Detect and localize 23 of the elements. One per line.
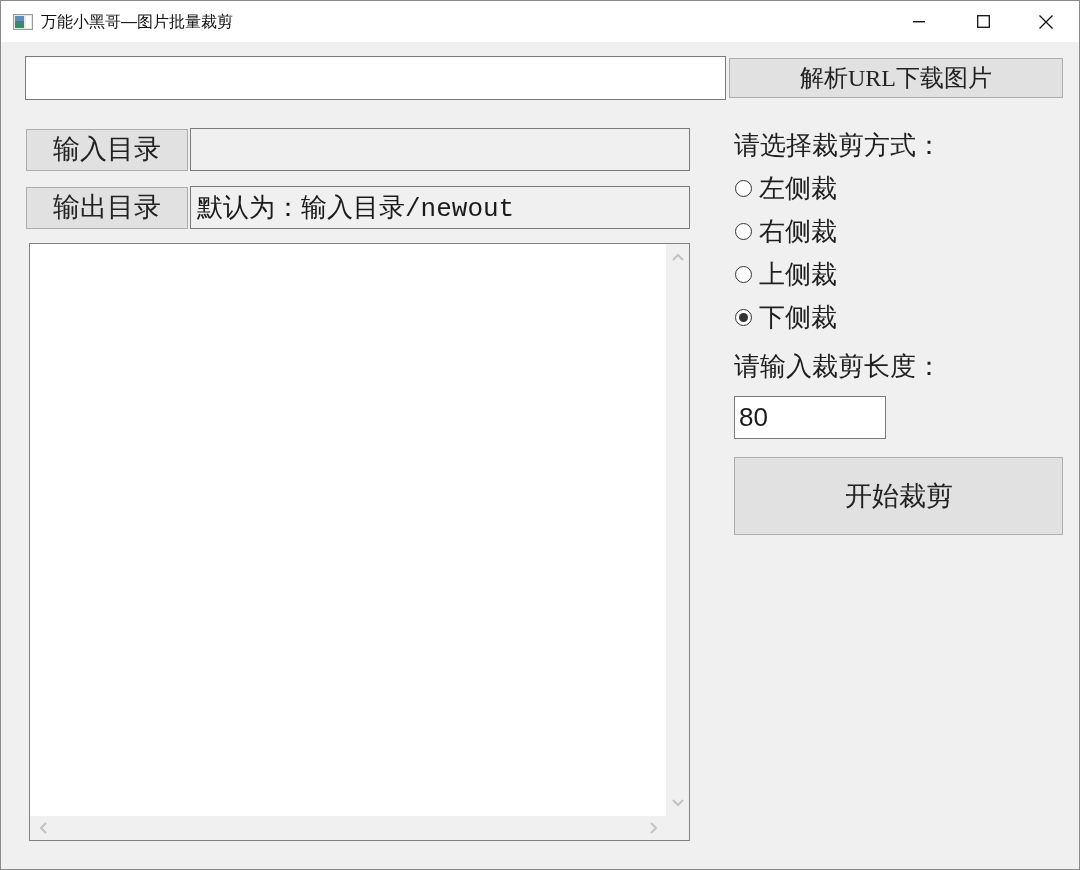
output-folder-button[interactable]: 输出目录 xyxy=(26,186,188,229)
radio-label[interactable]: 左侧裁 xyxy=(759,172,837,205)
start-crop-button[interactable]: 开始裁剪 xyxy=(734,457,1063,535)
maximize-icon[interactable] xyxy=(977,15,990,28)
close-icon[interactable] xyxy=(1039,14,1053,29)
radio-button[interactable] xyxy=(735,309,752,326)
window-title: 万能小黑哥—图片批量裁剪 xyxy=(41,11,233,32)
input-folder-field[interactable] xyxy=(190,128,690,171)
radio-button[interactable] xyxy=(735,180,752,197)
radio-button[interactable] xyxy=(735,223,752,240)
minimize-icon[interactable] xyxy=(913,20,925,23)
crop-length-field[interactable]: 80 xyxy=(734,396,886,439)
output-folder-field[interactable]: 默认为：输入目录/newout xyxy=(190,186,690,229)
url-field[interactable] xyxy=(25,56,726,100)
download-images-button[interactable]: 解析URL下载图片 xyxy=(729,58,1063,98)
input-folder-button[interactable]: 输入目录 xyxy=(26,128,188,171)
crop-mode-label: 请选择裁剪方式： xyxy=(734,130,943,162)
window-icon xyxy=(13,13,33,30)
radio-label[interactable]: 上侧裁 xyxy=(759,258,837,291)
radio-label[interactable]: 下侧裁 xyxy=(759,301,837,334)
crop-length-label: 请输入裁剪长度： xyxy=(734,351,943,383)
radio-button[interactable] xyxy=(735,266,752,283)
radio-label[interactable]: 右侧裁 xyxy=(759,215,837,248)
